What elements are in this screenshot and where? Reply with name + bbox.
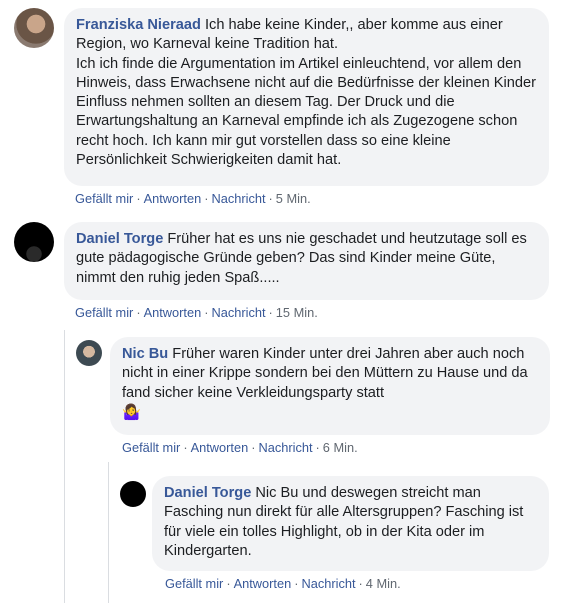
reply-link[interactable]: Antworten — [144, 191, 202, 206]
avatar[interactable] — [14, 8, 54, 48]
comment-author[interactable]: Daniel Torge — [76, 231, 163, 247]
like-link[interactable]: Gefällt mir — [122, 440, 180, 455]
comment-author[interactable]: Franziska Nieraad — [76, 17, 201, 33]
reply-link[interactable]: Antworten — [144, 305, 202, 320]
message-link[interactable]: Nachricht — [258, 440, 312, 455]
comment-time[interactable]: 5 Min. — [276, 191, 311, 206]
reply-link[interactable]: Antworten — [191, 440, 249, 455]
comment-bubble: Nic Bu Früher waren Kinder unter drei Ja… — [110, 337, 550, 435]
separator: · — [268, 191, 273, 206]
message-link[interactable]: Nachricht — [211, 191, 265, 206]
like-link[interactable]: Gefällt mir — [165, 576, 223, 591]
separator: · — [183, 440, 188, 455]
like-link[interactable]: Gefällt mir — [75, 305, 133, 320]
comment-text-continued: Ich ich finde die Argumentation im Artik… — [76, 55, 536, 169]
comment-author[interactable]: Daniel Torge — [164, 485, 251, 501]
separator: · — [358, 576, 363, 591]
comment-actions: Gefällt mir · Antworten · Nachricht · 6 Min. — [122, 440, 358, 455]
like-link[interactable]: Gefällt mir — [75, 191, 133, 206]
separator: · — [204, 305, 209, 320]
separator: · — [226, 576, 231, 591]
separator: · — [268, 305, 273, 320]
comment-text: Früher waren Kinder unter drei Jahren ab… — [122, 346, 528, 401]
comment-time[interactable]: 4 Min. — [366, 576, 401, 591]
shrug-emoji: 🤷‍♀️ — [122, 403, 141, 421]
avatar[interactable] — [76, 340, 102, 366]
separator: · — [204, 191, 209, 206]
comment-time[interactable]: 6 Min. — [323, 440, 358, 455]
message-link[interactable]: Nachricht — [301, 576, 355, 591]
comment-bubble: Daniel Torge Nic Bu und deswegen streich… — [152, 476, 549, 571]
separator: · — [315, 440, 320, 455]
comment-time[interactable]: 15 Min. — [276, 305, 318, 320]
comment-bubble: Franziska Nieraad Ich habe keine Kinder,… — [64, 8, 549, 186]
separator: · — [136, 191, 141, 206]
comment-actions: Gefällt mir · Antworten · Nachricht · 15 Min. — [75, 305, 318, 320]
comment-actions: Gefällt mir · Antworten · Nachricht · 4 Min. — [165, 576, 401, 591]
comment-bubble: Daniel Torge Früher hat es uns nie gesch… — [64, 222, 549, 300]
thread-line-nested — [108, 462, 109, 603]
avatar[interactable] — [14, 222, 54, 262]
reply-link[interactable]: Antworten — [234, 576, 292, 591]
separator: · — [251, 440, 256, 455]
message-link[interactable]: Nachricht — [211, 305, 265, 320]
thread-line — [64, 330, 65, 603]
separator: · — [136, 305, 141, 320]
separator: · — [294, 576, 299, 591]
comment-author[interactable]: Nic Bu — [122, 346, 168, 362]
comment-actions: Gefällt mir · Antworten · Nachricht · 5 Min. — [75, 191, 311, 206]
avatar[interactable] — [120, 481, 146, 507]
